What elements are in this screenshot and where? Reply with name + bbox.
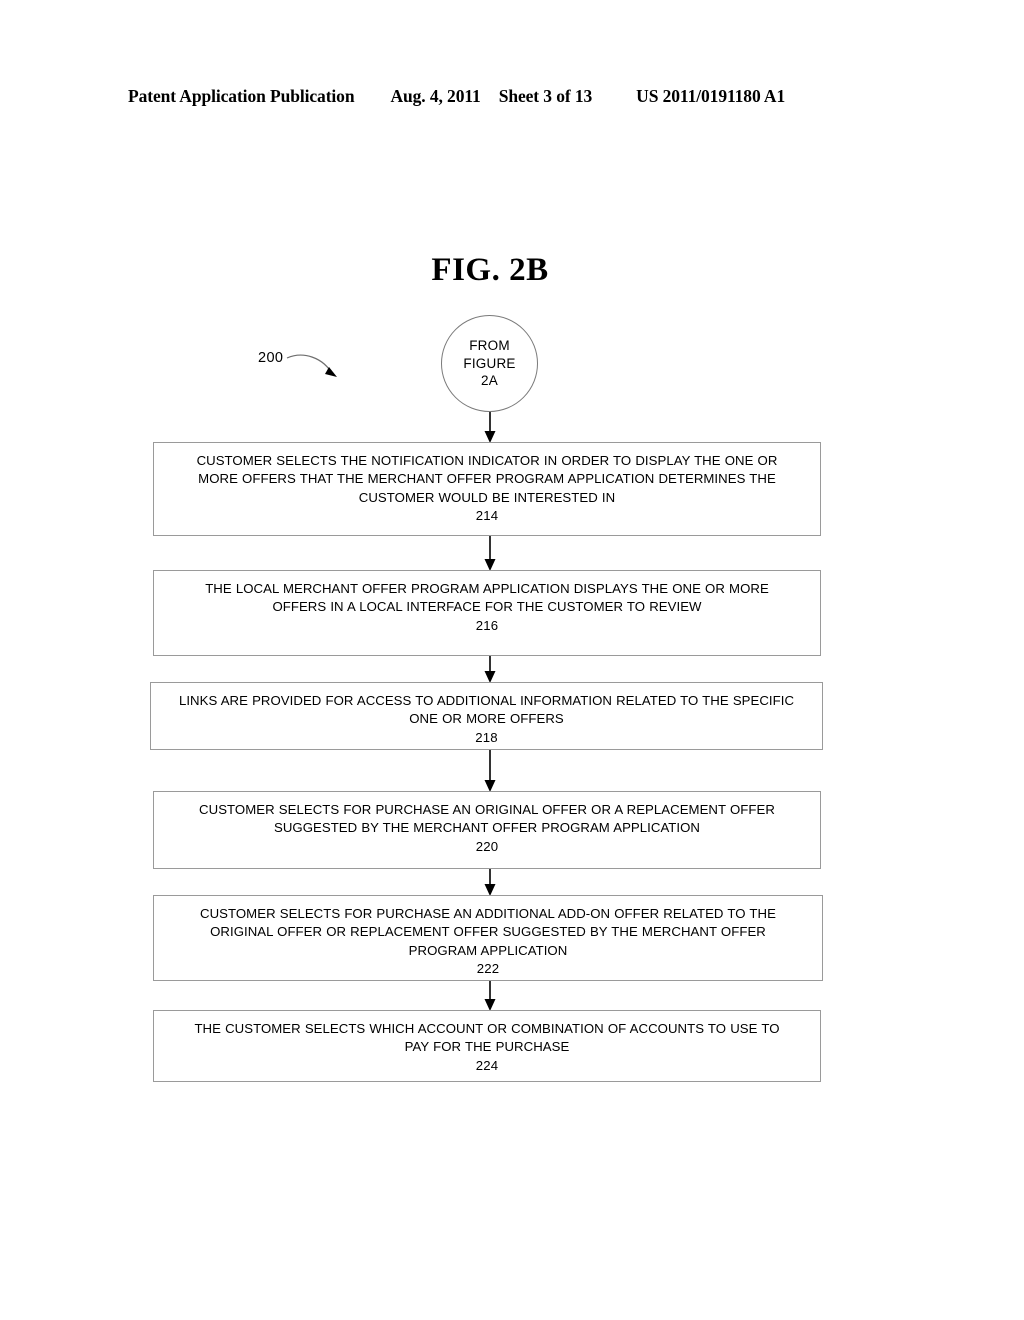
connector-line-2: FIGURE xyxy=(463,355,516,371)
arrow-connector-icon xyxy=(484,536,496,571)
process-step-214-text: CUSTOMER SELECTS THE NOTIFICATION INDICA… xyxy=(196,453,778,505)
process-step-218-ref: 218 xyxy=(475,729,498,745)
arrow-connector-icon xyxy=(484,750,496,792)
arrow-connector-icon xyxy=(484,412,496,443)
process-step-220[interactable]: CUSTOMER SELECTS FOR PURCHASE AN ORIGINA… xyxy=(153,791,821,869)
reference-numeral-200: 200 xyxy=(258,350,284,366)
process-step-218[interactable]: LINKS ARE PROVIDED FOR ACCESS TO ADDITIO… xyxy=(150,682,823,750)
arrow-connector-icon xyxy=(484,981,496,1011)
process-step-216[interactable]: THE LOCAL MERCHANT OFFER PROGRAM APPLICA… xyxy=(153,570,821,656)
connector-from-figure-2a: FROM FIGURE 2A xyxy=(441,315,538,412)
reference-leader-line-icon xyxy=(286,354,337,377)
process-step-214-ref: 214 xyxy=(475,508,499,524)
process-step-220-text: CUSTOMER SELECTS FOR PURCHASE AN ORIGINA… xyxy=(199,802,775,836)
process-step-224-ref: 224 xyxy=(475,1057,499,1073)
arrow-connector-icon xyxy=(484,656,496,683)
process-step-216-ref: 216 xyxy=(475,617,499,633)
process-step-222-text: CUSTOMER SELECTS FOR PURCHASE AN ADDITIO… xyxy=(200,906,776,958)
process-step-216-text: THE LOCAL MERCHANT OFFER PROGRAM APPLICA… xyxy=(205,581,769,615)
flowchart-diagram: 200 FROM FIGURE 2A CUSTOMER SELECTS THE … xyxy=(0,0,1024,1320)
process-step-220-ref: 220 xyxy=(475,838,499,854)
process-step-218-text: LINKS ARE PROVIDED FOR ACCESS TO ADDITIO… xyxy=(178,693,795,727)
process-step-224-text: THE CUSTOMER SELECTS WHICH ACCOUNT OR CO… xyxy=(194,1021,780,1055)
process-step-224[interactable]: THE CUSTOMER SELECTS WHICH ACCOUNT OR CO… xyxy=(153,1010,821,1082)
arrow-connector-icon xyxy=(484,869,496,896)
process-step-214[interactable]: CUSTOMER SELECTS THE NOTIFICATION INDICA… xyxy=(153,442,821,536)
connector-line-3: 2A xyxy=(481,373,498,389)
process-step-222-ref: 222 xyxy=(476,961,500,977)
process-step-222[interactable]: CUSTOMER SELECTS FOR PURCHASE AN ADDITIO… xyxy=(153,895,823,981)
connector-line-1: FROM xyxy=(469,338,510,354)
